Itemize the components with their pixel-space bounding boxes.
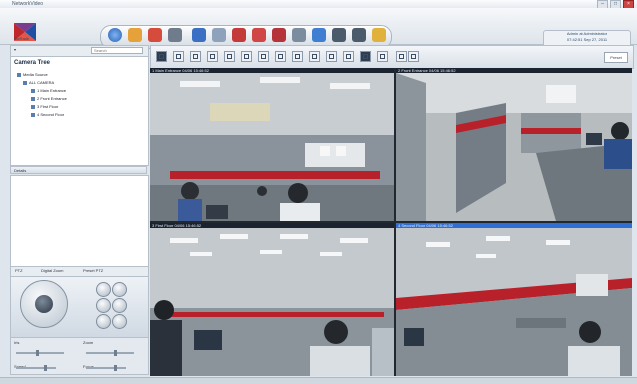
- help-icon[interactable]: [372, 28, 386, 42]
- layout-custom-button[interactable]: [326, 51, 337, 62]
- joystick-knob-icon[interactable]: [35, 295, 53, 313]
- camera-tree-panel: Camera Tree Media Source ALL CAMERA 1 Ma…: [10, 56, 149, 166]
- tree-item-camera-3[interactable]: 3 First Floor: [31, 104, 58, 109]
- alarm-icon[interactable]: [252, 28, 266, 42]
- instant-playback-button[interactable]: [408, 51, 419, 62]
- iris-open-button[interactable]: [96, 314, 111, 329]
- camera-tile-4[interactable]: 4 Second Floor 04/06 15:46:52: [396, 223, 632, 376]
- ptz-joystick[interactable]: [20, 280, 68, 328]
- camera-small-icon: [31, 88, 35, 93]
- tab-ptz[interactable]: PTZ: [15, 268, 23, 273]
- layout-wide-button[interactable]: [343, 51, 354, 62]
- tree-label: 1 Main Entrance: [37, 88, 67, 93]
- tree-item-camera-1[interactable]: 1 Main Entrance: [31, 88, 66, 93]
- iris-slider[interactable]: [16, 352, 64, 354]
- focus-far-button[interactable]: [112, 298, 127, 313]
- focus-near-button[interactable]: [96, 298, 111, 313]
- camera-1-feed: [150, 73, 394, 221]
- camera-tile-1[interactable]: 1 Main Entrance 04/06 15:46:52: [150, 68, 394, 221]
- users-icon[interactable]: [352, 28, 366, 42]
- tab-digital-zoom[interactable]: Digital Zoom: [41, 268, 63, 273]
- fullscreen-button[interactable]: [360, 51, 371, 62]
- export-icon[interactable]: [312, 28, 326, 42]
- tree-label: 3 First Floor: [37, 104, 59, 109]
- zoom-out-button[interactable]: [112, 282, 127, 297]
- focus-slider[interactable]: [86, 367, 126, 369]
- user-icon[interactable]: [332, 28, 346, 42]
- layout-toolbar: [150, 45, 634, 69]
- camera-4-feed: [396, 228, 632, 376]
- camera-4-title: 4 Second Floor 04/06 15:46:52: [396, 223, 632, 228]
- camera-3-feed: [150, 228, 394, 376]
- tree-label: ALL CAMERA: [29, 80, 55, 85]
- layout-1p5-button[interactable]: [224, 51, 235, 62]
- slider-label-zoom: Zoom: [83, 340, 94, 345]
- camera-small-icon: [31, 104, 35, 109]
- login-time: 07:42:51 Sep 27, 2011: [566, 37, 608, 42]
- camera-icon[interactable]: [212, 28, 226, 42]
- zoom-slider[interactable]: [86, 352, 134, 354]
- focus-slider-thumb[interactable]: [114, 365, 117, 371]
- details-header[interactable]: Details: [10, 166, 147, 174]
- slider-label-iris: Iris: [14, 340, 20, 345]
- ptz-sliders: Iris Zoom Speed Focus: [10, 337, 149, 375]
- camera-tile-3[interactable]: 3 First Floor 04/06 15:46:52: [150, 223, 394, 376]
- zoom-in-button[interactable]: [96, 282, 111, 297]
- speed-slider-thumb[interactable]: [44, 365, 47, 371]
- layout-1x1-button[interactable]: [156, 51, 167, 62]
- layout-3x3-button[interactable]: [190, 51, 201, 62]
- tree-item-media-source[interactable]: Media Source: [17, 72, 48, 77]
- search-input[interactable]: [91, 47, 143, 54]
- record-icon[interactable]: [232, 28, 246, 42]
- snapshot-button[interactable]: [396, 51, 407, 62]
- camera-2-feed: [396, 73, 632, 221]
- tree-item-all-camera[interactable]: ALL CAMERA: [23, 80, 54, 85]
- iris-close-button[interactable]: [112, 314, 127, 329]
- search-icon[interactable]: [148, 28, 162, 42]
- logo-caption: ▾: [14, 47, 17, 52]
- folder-icon: [17, 72, 21, 77]
- camera-3-title: 3 First Floor 04/06 15:46:52: [150, 223, 394, 228]
- tree-label: Media Source: [23, 72, 48, 77]
- sequence-start-button[interactable]: [377, 51, 388, 62]
- live-view-icon[interactable]: [108, 28, 122, 42]
- camera-tile-2[interactable]: 2 Front Entrance 04/06 15:46:52: [396, 68, 632, 221]
- camera-1-title: 1 Main Entrance 04/06 15:46:52: [150, 68, 394, 73]
- tree-item-camera-4[interactable]: 4 Second Floor: [31, 112, 64, 117]
- tab-preset-ptz[interactable]: Preset PTZ: [83, 268, 103, 273]
- video-grid: 1 Main Entrance 04/06 15:46:52 2 Front E…: [150, 68, 632, 376]
- preset-dropdown[interactable]: Preset: [604, 52, 628, 63]
- layout-1p12-button[interactable]: [258, 51, 269, 62]
- settings-icon[interactable]: [168, 28, 182, 42]
- camera-small-icon: [31, 96, 35, 101]
- layout-5x5-button[interactable]: [292, 51, 303, 62]
- title-bar: NetworkVideo – □ ×: [0, 0, 637, 9]
- sequence-icon[interactable]: [292, 28, 306, 42]
- tree-label: 2 Front Entrance: [37, 96, 67, 101]
- playback-icon[interactable]: [128, 28, 142, 42]
- tree-item-camera-2[interactable]: 2 Front Entrance: [31, 96, 67, 101]
- folder-icon: [23, 80, 27, 85]
- iris-slider-thumb[interactable]: [36, 350, 39, 356]
- layout-2p8-button[interactable]: [275, 51, 286, 62]
- window-title: NetworkVideo: [12, 1, 44, 7]
- speed-slider[interactable]: [16, 367, 56, 369]
- camera-tree-title: Camera Tree: [14, 60, 51, 66]
- details-panel: [10, 175, 149, 267]
- camera-small-icon: [31, 112, 35, 117]
- layout-icon[interactable]: [192, 28, 206, 42]
- tree-label: 4 Second Floor: [37, 112, 65, 117]
- layout-1p7-button[interactable]: [241, 51, 252, 62]
- layout-4x4-button[interactable]: [207, 51, 218, 62]
- camera-2-title: 2 Front Entrance 04/06 15:46:52: [396, 68, 632, 73]
- logo-label: BizRade: [14, 36, 30, 41]
- layout-6x6-button[interactable]: [309, 51, 320, 62]
- layout-2x2-button[interactable]: [173, 51, 184, 62]
- zoom-slider-thumb[interactable]: [114, 350, 117, 356]
- app-window: NetworkVideo – □ × Admin at Administrato…: [0, 0, 637, 384]
- disconnect-icon[interactable]: [272, 28, 286, 42]
